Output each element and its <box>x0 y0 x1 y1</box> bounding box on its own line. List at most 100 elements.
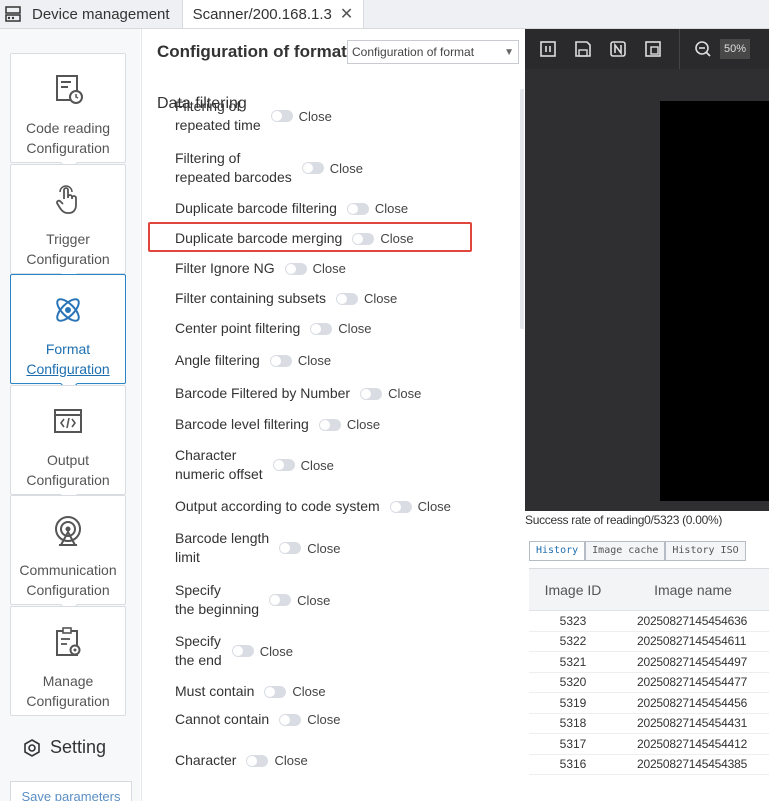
setting-button[interactable]: Setting <box>22 737 106 758</box>
filter-row: Character numeric offset Close <box>175 446 334 484</box>
cell-image-id: 5322 <box>559 634 587 649</box>
filter-label: Filter containing subsets <box>175 290 326 306</box>
cell-image-id: 5320 <box>559 675 587 690</box>
filter-toggle[interactable] <box>310 322 333 335</box>
sidebar-item-communication[interactable]: Communication Configuration <box>10 495 126 614</box>
filter-toggle[interactable] <box>246 754 269 767</box>
filter-label: Barcode Filtered by Number <box>175 385 351 401</box>
tab-scanner-label: Scanner/200.168.1.3 <box>192 5 332 23</box>
cell-image-name: 20250827145454412 <box>637 736 748 751</box>
cell-image-name: 20250827145454497 <box>637 654 748 669</box>
filter-label: Must contain <box>175 683 255 699</box>
save-parameters-button[interactable]: Save parameters <box>10 781 132 801</box>
sidebar-item-label: Communication Configuration <box>19 562 117 598</box>
cell-image-name: 20250827145454636 <box>637 613 748 628</box>
highlight-box <box>148 222 472 252</box>
filter-label: Specify the end <box>175 633 222 668</box>
table-row[interactable]: 5323 20250827145454636 <box>529 611 769 632</box>
sidebar-item-code-reading[interactable]: Code reading Configuration <box>10 53 126 172</box>
zoom-level[interactable]: 50% <box>720 39 751 59</box>
tab-history[interactable]: History <box>529 541 586 561</box>
filter-label: Barcode level filtering <box>175 416 309 432</box>
table-row[interactable]: 5320 20250827145454477 <box>529 673 769 693</box>
table-row[interactable]: 5316 20250827145454385 <box>529 755 769 775</box>
filter-toggle[interactable] <box>269 594 292 606</box>
success-rate-text: Success rate of reading0/5323 (0.00%) <box>525 513 723 527</box>
table-row[interactable]: 5322 20250827145454611 <box>529 632 769 652</box>
filter-toggle[interactable] <box>279 713 302 726</box>
toggle-state-label: Close <box>298 108 332 124</box>
filter-toggle[interactable] <box>318 418 341 431</box>
filter-toggle[interactable] <box>284 262 307 275</box>
tab-device-management-label: Device management <box>32 5 170 23</box>
manage-icon <box>56 627 81 656</box>
toggle-state-label: Close <box>274 753 308 768</box>
table-row[interactable]: 5318 20250827145454431 <box>529 714 769 734</box>
config-select[interactable]: Configuration of format ▼ <box>347 40 519 64</box>
tab-scanner[interactable]: Scanner/200.168.1.3 ✕ <box>181 0 365 28</box>
region-icon[interactable] <box>644 40 662 58</box>
sidebar-item-format[interactable]: Format Configuration <box>10 274 126 393</box>
filter-label: Duplicate barcode filtering <box>175 200 337 216</box>
column-header-image-name[interactable]: Image name <box>617 582 769 598</box>
filter-toggle[interactable] <box>272 459 295 471</box>
tab-image-cache[interactable]: Image cache <box>585 541 666 561</box>
sidebar-item-label: Code reading Configuration <box>25 120 111 156</box>
filter-label: Filter Ignore NG <box>175 260 275 276</box>
filter-toggle[interactable] <box>346 202 369 215</box>
filter-row: Filter Ignore NG Close <box>175 259 346 278</box>
zoom-out-icon[interactable] <box>694 40 712 58</box>
viewer-toolbar: 50% <box>525 29 769 69</box>
filter-label: Filtering of repeated time <box>175 98 261 133</box>
filter-row: Must contain Close <box>175 682 326 701</box>
toggle-state-label: Close <box>259 643 293 659</box>
tab-history-iso[interactable]: History ISO <box>665 541 746 561</box>
sidebar-item-trigger[interactable]: Trigger Configuration <box>10 164 126 283</box>
code-reading-icon <box>56 75 83 104</box>
format-config-panel: Configuration of format Configuration of… <box>141 29 524 801</box>
filter-toggle[interactable] <box>335 292 358 305</box>
pause-icon[interactable] <box>539 40 557 58</box>
tab-device-management[interactable]: Device management <box>0 0 182 28</box>
toggle-state-label: Close <box>417 499 451 514</box>
column-header-image-id[interactable]: Image ID <box>529 582 617 598</box>
filter-toggle[interactable] <box>279 542 302 554</box>
toggle-state-label: Close <box>329 160 364 176</box>
filter-row: Barcode level filtering Close <box>175 415 380 434</box>
config-title: Configuration of format <box>157 42 347 61</box>
cell-image-id: 5321 <box>559 654 587 669</box>
toggle-state-label: Close <box>300 457 334 473</box>
config-scrollbar[interactable] <box>520 89 524 329</box>
toggle-state-label: Close <box>307 540 341 556</box>
save-image-icon[interactable] <box>574 40 592 58</box>
filter-toggle[interactable] <box>269 354 292 367</box>
toggle-state-label: Close <box>297 592 331 608</box>
filter-toggle[interactable] <box>301 162 324 174</box>
tab-close-icon[interactable]: ✕ <box>340 4 353 24</box>
sidebar-item-output[interactable]: Output Configuration <box>10 385 126 504</box>
toggle-state-label: Close <box>374 201 409 216</box>
cell-image-name: 20250827145454456 <box>637 695 748 710</box>
table-row[interactable]: 5317 20250827145454412 <box>529 734 769 755</box>
table-row[interactable]: 5321 20250827145454497 <box>529 652 769 673</box>
filter-row: Filtering of repeated barcodes Close <box>175 149 363 187</box>
filter-toggle[interactable] <box>231 645 254 657</box>
filter-toggle[interactable] <box>264 685 287 698</box>
toggle-state-label: Close <box>292 684 326 699</box>
cell-image-name: 20250827145454477 <box>637 675 748 690</box>
filter-label: Center point filtering <box>175 320 301 336</box>
table-row[interactable]: 5319 20250827145454456 <box>529 693 769 714</box>
filter-row: Barcode Filtered by Number Close <box>175 384 421 403</box>
toggle-state-label: Close <box>363 291 398 306</box>
cell-image-id: 5316 <box>559 757 587 772</box>
n-mode-icon[interactable] <box>609 40 627 58</box>
cell-image-id: 5317 <box>559 736 587 751</box>
device-management-icon <box>5 6 21 22</box>
config-select-value: Configuration of format <box>352 45 475 59</box>
image-viewer: 50% <box>525 29 769 511</box>
toggle-state-label: Close <box>346 417 381 432</box>
filter-toggle[interactable] <box>360 387 383 400</box>
sidebar-item-manage[interactable]: Manage Configuration <box>10 606 126 716</box>
filter-toggle[interactable] <box>389 500 412 513</box>
filter-toggle[interactable] <box>270 110 293 122</box>
